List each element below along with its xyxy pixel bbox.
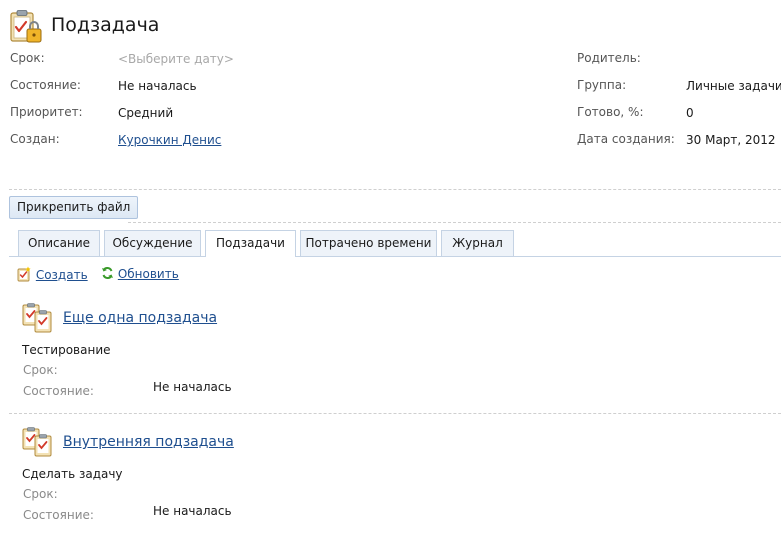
tab-journal[interactable]: Журнал (441, 230, 514, 256)
done-percent-value: 0 (686, 106, 694, 120)
create-action[interactable]: Создать (16, 266, 88, 285)
subtask-status-value: Не началась (153, 504, 232, 518)
tab-subtasks[interactable]: Подзадачи (205, 230, 296, 257)
tab-time-spent[interactable]: Потрачено времени (300, 230, 437, 256)
done-percent-label: Готово, %: (577, 105, 644, 119)
new-task-icon (16, 266, 32, 285)
create-link[interactable]: Создать (36, 268, 88, 282)
tab-discussion[interactable]: Обсуждение (104, 230, 201, 256)
subtask-status-label: Состояние: (23, 508, 94, 522)
subtask-title-link[interactable]: Внутренняя подзадача (63, 434, 234, 450)
subtask-description: Тестирование (22, 343, 111, 357)
parent-label: Родитель: (577, 51, 641, 65)
created-date-value: 30 Март, 2012 (686, 133, 776, 147)
creator-link[interactable]: Курочкин Денис (118, 133, 221, 147)
creator-label: Создан: (10, 132, 60, 146)
refresh-action[interactable]: Обновить (101, 266, 179, 283)
status-value: Не началась (118, 79, 197, 93)
task-clipboard-icon (22, 427, 54, 461)
refresh-icon (101, 266, 114, 283)
page-title: Подзадача (51, 14, 160, 36)
subtask-status-label: Состояние: (23, 384, 94, 398)
status-label: Состояние: (10, 78, 81, 92)
subtask-divider (9, 413, 781, 414)
tab-underline (9, 256, 781, 257)
subtask-status-value: Не началась (153, 380, 232, 394)
refresh-link[interactable]: Обновить (118, 267, 179, 281)
group-label: Группа: (577, 78, 627, 92)
tab-description[interactable]: Описание (18, 230, 100, 256)
group-value: Личные задачи (686, 79, 781, 93)
subtask-description: Сделать задачу (22, 467, 123, 481)
created-date-label: Дата создания: (577, 132, 675, 146)
subtask-deadline-label: Срок: (23, 487, 58, 501)
subtask-title-link[interactable]: Еще одна подзадача (63, 310, 217, 326)
clipboard-lock-icon (9, 9, 43, 45)
section-divider (9, 189, 781, 190)
priority-value: Средний (118, 106, 174, 120)
attach-file-button[interactable]: Прикрепить файл (9, 196, 139, 219)
subtask-deadline-label: Срок: (23, 363, 58, 377)
task-clipboard-icon (22, 303, 54, 337)
deadline-label: Срок: (10, 51, 45, 65)
section-divider (128, 222, 781, 223)
priority-label: Приоритет: (10, 105, 83, 119)
deadline-date-picker[interactable]: <Выберите дату> (118, 52, 234, 66)
